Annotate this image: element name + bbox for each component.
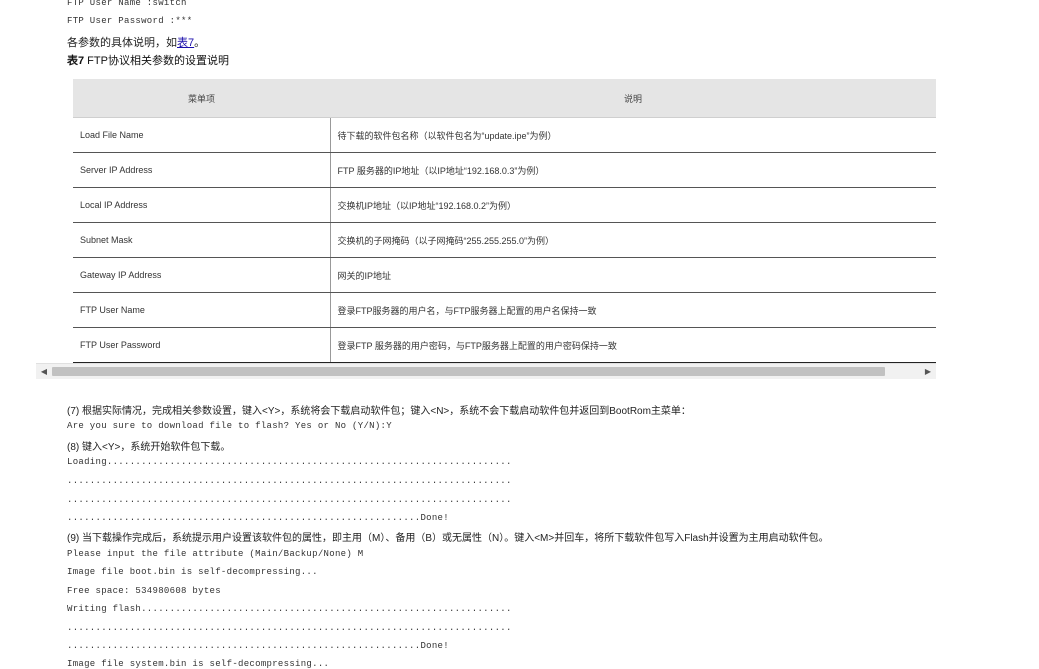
cell-menu-item: Gateway IP Address	[73, 257, 331, 293]
cell-description: 交换机的子网掩码（以子网掩码“255.255.255.0”为例）	[330, 222, 936, 258]
table-caption-label: 表7	[67, 55, 85, 67]
cell-description: 登录FTP服务器的用户名，与FTP服务器上配置的用户名保持一致	[330, 292, 936, 328]
confirm-prompt: Are you sure to download file to flash? …	[67, 421, 392, 431]
table-row: Server IP Address FTP 服务器的IP地址（以IP地址“192…	[73, 152, 936, 188]
step-8-text: (8) 键入<Y>，系统开始软件包下载。	[67, 442, 231, 453]
cell-description: 登录FTP 服务器的用户密码，与FTP服务器上配置的用户密码保持一致	[330, 327, 936, 363]
table7-link[interactable]: 表7	[177, 37, 194, 49]
ftp-params-table: 菜单项 说明 Load File Name 待下载的软件包名称（以软件包名为“u…	[73, 79, 936, 363]
decompress-line: Image file boot.bin is self-decompressin…	[67, 567, 318, 577]
writing-line: ........................................…	[67, 623, 512, 633]
loading-line: ........................................…	[67, 495, 512, 505]
cell-menu-item: FTP User Password	[73, 327, 331, 363]
writing-line: Writing flash...........................…	[67, 604, 512, 614]
cell-menu-item: Subnet Mask	[73, 222, 331, 258]
table-header-row: 菜单项 说明	[73, 79, 936, 118]
cell-description: 待下载的软件包名称（以软件包名为“update.ipe”为例）	[330, 117, 936, 153]
intro-text-end: 。	[194, 37, 206, 49]
cell-menu-item: Server IP Address	[73, 152, 331, 188]
table-container: 菜单项 说明 Load File Name 待下载的软件包名称（以软件包名为“u…	[36, 79, 936, 363]
loading-line: ........................................…	[67, 476, 512, 486]
decompress-line: Image file system.bin is self-decompress…	[67, 659, 330, 669]
scroll-right-icon[interactable]: ▶	[922, 366, 934, 377]
header-menu-item: 菜单项	[73, 79, 330, 118]
cell-description: 交换机IP地址（以IP地址“192.168.0.2”为例）	[330, 187, 936, 223]
table-row: Load File Name 待下载的软件包名称（以软件包名为“update.i…	[73, 117, 936, 153]
free-space-line: Free space: 534980608 bytes	[67, 586, 221, 596]
table-row: Local IP Address 交换机IP地址（以IP地址“192.168.0…	[73, 187, 936, 223]
table-row: FTP User Password 登录FTP 服务器的用户密码，与FTP服务器…	[73, 327, 936, 363]
table-caption-text: FTP协议相关参数的设置说明	[84, 55, 229, 67]
cell-menu-item: Local IP Address	[73, 187, 331, 223]
scrollbar-thumb[interactable]	[52, 367, 885, 376]
intro-paragraph: 各参数的具体说明，如表7。	[67, 34, 205, 50]
ftp-user-name-line: FTP User Name :switch	[67, 0, 187, 8]
table-row: Subnet Mask 交换机的子网掩码（以子网掩码“255.255.255.0…	[73, 222, 936, 258]
scroll-left-icon[interactable]: ◀	[38, 366, 50, 377]
input-attribute-line: Please input the file attribute (Main/Ba…	[67, 549, 364, 559]
table-caption: 表7 FTP协议相关参数的设置说明	[67, 52, 229, 68]
cell-description: FTP 服务器的IP地址（以IP地址“192.168.0.3”为例）	[330, 152, 936, 188]
loading-line: Loading.................................…	[67, 457, 512, 467]
horizontal-scrollbar[interactable]: ◀ ▶	[36, 363, 936, 379]
step-9-text: (9) 当下载操作完成后，系统提示用户设置该软件包的属性，即主用（M）、备用（B…	[67, 533, 829, 544]
cell-menu-item: Load File Name	[73, 117, 331, 153]
table-row: Gateway IP Address 网关的IP地址	[73, 257, 936, 293]
loading-done-line: ........................................…	[67, 513, 449, 523]
ftp-user-password-line: FTP User Password :***	[67, 16, 193, 26]
cell-description: 网关的IP地址	[330, 257, 936, 293]
writing-done-line: ........................................…	[67, 641, 449, 651]
step-7-text: (7) 根据实际情况，完成相关参数设置，键入<Y>，系统将会下载启动软件包；键入…	[67, 406, 691, 417]
table-row: FTP User Name 登录FTP服务器的用户名，与FTP服务器上配置的用户…	[73, 292, 936, 328]
header-description: 说明	[330, 79, 936, 118]
cell-menu-item: FTP User Name	[73, 292, 331, 328]
intro-text: 各参数的具体说明，如	[67, 37, 177, 49]
